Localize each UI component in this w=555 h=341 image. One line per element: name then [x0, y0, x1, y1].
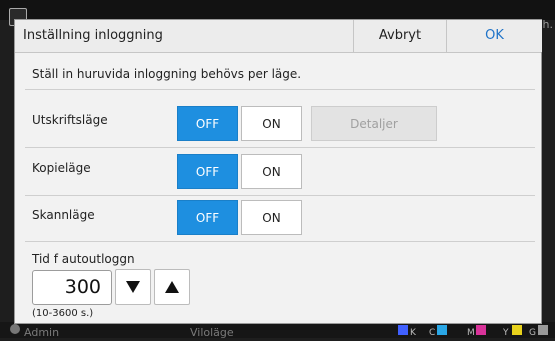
print-mode-off-toggle[interactable]: OFF: [177, 106, 238, 141]
ink-k-indicator: [398, 325, 408, 335]
status-user-name: Admin: [24, 326, 60, 339]
divider: [25, 147, 535, 148]
ink-g-indicator: [538, 325, 548, 335]
scan-mode-label: Skannläge: [32, 208, 95, 222]
divider: [25, 89, 535, 90]
scan-mode-off-toggle[interactable]: OFF: [177, 200, 238, 235]
triangle-down-icon: [126, 281, 140, 293]
print-mode-on-toggle[interactable]: ON: [241, 106, 302, 141]
dialog-instruction: Ställ in huruvida inloggning behövs per …: [32, 67, 302, 81]
divider: [25, 195, 535, 196]
dialog-title: Inställning inloggning: [23, 28, 163, 43]
auto-logout-range-hint: (10-3600 s.): [32, 308, 94, 319]
dialog-title-bar: Inställning inloggning Avbryt OK: [15, 20, 542, 53]
status-mode: Viloläge: [190, 326, 234, 339]
triangle-up-icon: [165, 281, 179, 293]
print-mode-label: Utskriftsläge: [32, 113, 108, 127]
scan-mode-on-toggle[interactable]: ON: [241, 200, 302, 235]
ok-button[interactable]: OK: [446, 20, 542, 52]
copy-mode-on-toggle[interactable]: ON: [241, 154, 302, 189]
ink-k-label: K: [410, 328, 416, 338]
login-settings-dialog: Inställning inloggning Avbryt OK Ställ i…: [14, 19, 542, 324]
divider: [25, 241, 535, 242]
auto-logout-label: Tid f autoutloggn: [32, 252, 135, 266]
background-status-bar: Admin Viloläge K C M Y G: [0, 322, 555, 339]
auto-logout-time-input[interactable]: 300: [32, 270, 112, 305]
cancel-button[interactable]: Avbryt: [353, 20, 446, 52]
ink-c-label: C: [429, 328, 436, 338]
increase-button[interactable]: [154, 269, 190, 305]
ink-y-label: Y: [503, 328, 509, 338]
ink-y-indicator: [512, 325, 522, 335]
details-button[interactable]: Detaljer: [311, 106, 437, 141]
copy-mode-label: Kopieläge: [32, 161, 91, 175]
ink-m-indicator: [476, 325, 486, 335]
decrease-button[interactable]: [115, 269, 151, 305]
ink-g-label: G: [529, 328, 536, 338]
ink-m-label: M: [467, 328, 475, 338]
background-top-right-text: h.: [542, 18, 553, 31]
copy-mode-off-toggle[interactable]: OFF: [177, 154, 238, 189]
background-top-bar: [0, 0, 555, 20]
ink-c-indicator: [437, 325, 447, 335]
user-icon: [10, 324, 20, 334]
